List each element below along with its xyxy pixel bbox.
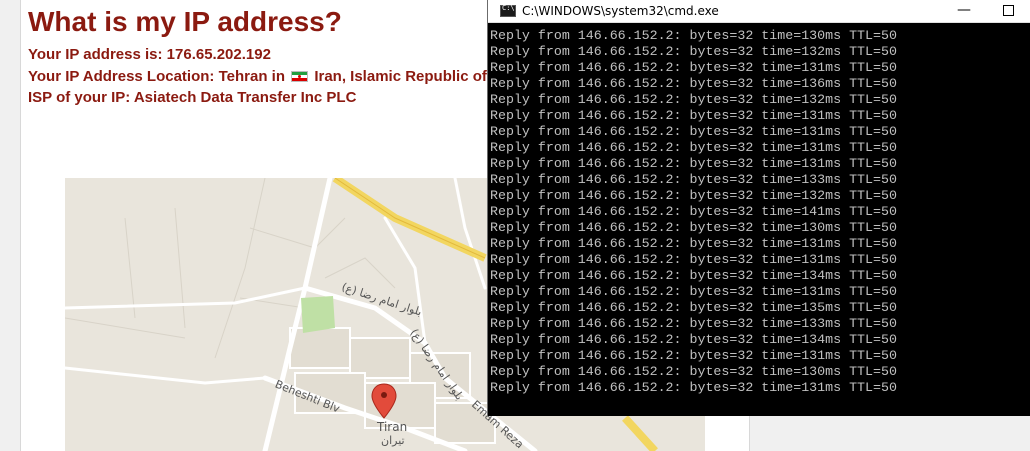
cmd-output-line: Reply from 146.66.152.2: bytes=32 time=1… [490,28,897,43]
cmd-output-line: Reply from 146.66.152.2: bytes=32 time=1… [490,108,897,123]
cmd-output-line: Reply from 146.66.152.2: bytes=32 time=1… [490,60,897,75]
cmd-output-line: Reply from 146.66.152.2: bytes=32 time=1… [490,76,897,91]
minimize-icon: — [957,2,971,18]
cmd-output[interactable]: Reply from 146.66.152.2: bytes=32 time=1… [490,28,897,396]
map-label-tiran-fa: تیران [381,434,405,447]
cmd-window-title: C:\WINDOWS\system32\cmd.exe [522,4,719,18]
cmd-output-line: Reply from 146.66.152.2: bytes=32 time=1… [490,188,897,203]
cmd-output-line: Reply from 146.66.152.2: bytes=32 time=1… [490,172,897,187]
cmd-output-line: Reply from 146.66.152.2: bytes=32 time=1… [490,316,897,331]
maximize-button[interactable] [986,0,1030,22]
cmd-titlebar[interactable]: C:\WINDOWS\system32\cmd.exe — [488,0,1030,23]
cmd-output-line: Reply from 146.66.152.2: bytes=32 time=1… [490,140,897,155]
cmd-window[interactable]: C:\WINDOWS\system32\cmd.exe — Reply from… [487,0,1030,416]
cmd-output-line: Reply from 146.66.152.2: bytes=32 time=1… [490,220,897,235]
map-label-tiran: Tiran [377,420,408,434]
ip-location-line: Your IP Address Location: Tehran in Iran… [28,68,487,85]
maximize-icon [1002,4,1014,16]
location-country: Iran, Islamic Republic of [314,68,487,85]
cmd-output-line: Reply from 146.66.152.2: bytes=32 time=1… [490,44,897,59]
cmd-output-line: Reply from 146.66.152.2: bytes=32 time=1… [490,252,897,267]
page-title: What is my IP address? [28,6,342,37]
ip-address-line: Your IP address is: 176.65.202.192 [28,46,271,63]
cmd-output-line: Reply from 146.66.152.2: bytes=32 time=1… [490,332,897,347]
cmd-output-line: Reply from 146.66.152.2: bytes=32 time=1… [490,300,897,315]
isp-line: ISP of your IP: Asiatech Data Transfer I… [28,89,357,106]
cmd-output-line: Reply from 146.66.152.2: bytes=32 time=1… [490,348,897,363]
location-prefix: Your IP Address Location: Tehran in [28,68,285,85]
cmd-output-line: Reply from 146.66.152.2: bytes=32 time=1… [490,204,897,219]
cmd-output-line: Reply from 146.66.152.2: bytes=32 time=1… [490,364,897,379]
cmd-output-line: Reply from 146.66.152.2: bytes=32 time=1… [490,268,897,283]
cmd-app-icon[interactable] [500,4,516,17]
cmd-output-line: Reply from 146.66.152.2: bytes=32 time=1… [490,236,897,251]
cmd-output-line: Reply from 146.66.152.2: bytes=32 time=1… [490,124,897,139]
cmd-output-line: Reply from 146.66.152.2: bytes=32 time=1… [490,284,897,299]
iran-flag-icon [291,71,309,82]
cmd-output-line: Reply from 146.66.152.2: bytes=32 time=1… [490,92,897,107]
cmd-output-line: Reply from 146.66.152.2: bytes=32 time=1… [490,156,897,171]
minimize-button[interactable]: — [942,0,986,22]
cmd-output-line: Reply from 146.66.152.2: bytes=32 time=1… [490,380,897,395]
